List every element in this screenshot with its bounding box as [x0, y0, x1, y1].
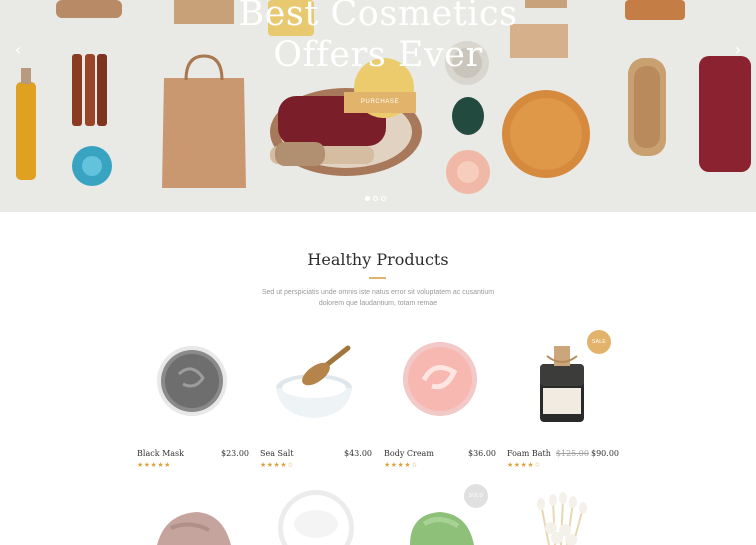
product-card-row2-2[interactable] — [260, 484, 372, 545]
product-name[interactable]: Foam Bath — [507, 449, 551, 458]
rating-stars-icon: ★★★★☆ — [260, 461, 294, 469]
body-cream-product-image[interactable] — [384, 334, 496, 434]
sea-salt-product-image[interactable] — [260, 334, 372, 434]
product-name[interactable]: Body Cream — [384, 449, 434, 458]
rating-stars-icon: ★★★★☆ — [384, 461, 418, 469]
slider-pagination — [365, 196, 393, 202]
product-price: $125.00 $90.00 — [556, 449, 619, 458]
rating-stars-icon: ★★★★☆ — [507, 461, 541, 469]
product-card-row2-4[interactable] — [507, 484, 619, 545]
clay-powder-icon[interactable] — [137, 484, 249, 545]
product-name[interactable]: Black Mask — [137, 449, 184, 458]
black-mask-product-image[interactable] — [137, 334, 249, 434]
section-title: Healthy Products — [307, 250, 449, 269]
slider-dot-3[interactable] — [381, 196, 386, 201]
product-name[interactable]: Sea Salt — [260, 449, 294, 458]
hero-title-line1: Best Cosmetics — [238, 0, 518, 34]
slider-dot-1[interactable] — [365, 196, 370, 201]
product-sale-price: $90.00 — [591, 449, 619, 458]
product-card-row2-1[interactable] — [137, 484, 249, 545]
product-card-row2-3[interactable]: SOLD — [384, 484, 496, 545]
slider-dot-2[interactable] — [373, 196, 378, 201]
cream-bowl-icon[interactable] — [260, 484, 372, 545]
section-divider — [369, 277, 386, 279]
hero-slider: Best Cosmetics Offers Ever PURCHASE ‹ › — [0, 0, 756, 212]
slider-next-arrow-icon[interactable]: › — [731, 40, 745, 60]
sold-badge: SOLD — [464, 484, 488, 508]
cotton-swabs-icon[interactable] — [507, 484, 619, 545]
product-price: $23.00 — [221, 449, 249, 458]
product-old-price: $125.00 — [555, 449, 589, 458]
purchase-button[interactable]: PURCHASE — [344, 92, 416, 113]
hero-title-line2: Offers Ever — [273, 35, 483, 75]
product-price: $43.00 — [344, 449, 372, 458]
section-description: Sed ut perspiciatis unde omnis iste natu… — [261, 289, 495, 307]
product-price: $36.00 — [468, 449, 496, 458]
rating-stars-icon: ★★★★★ — [137, 461, 171, 469]
sale-badge: SALE — [587, 330, 611, 354]
slider-prev-arrow-icon[interactable]: ‹ — [11, 40, 25, 60]
